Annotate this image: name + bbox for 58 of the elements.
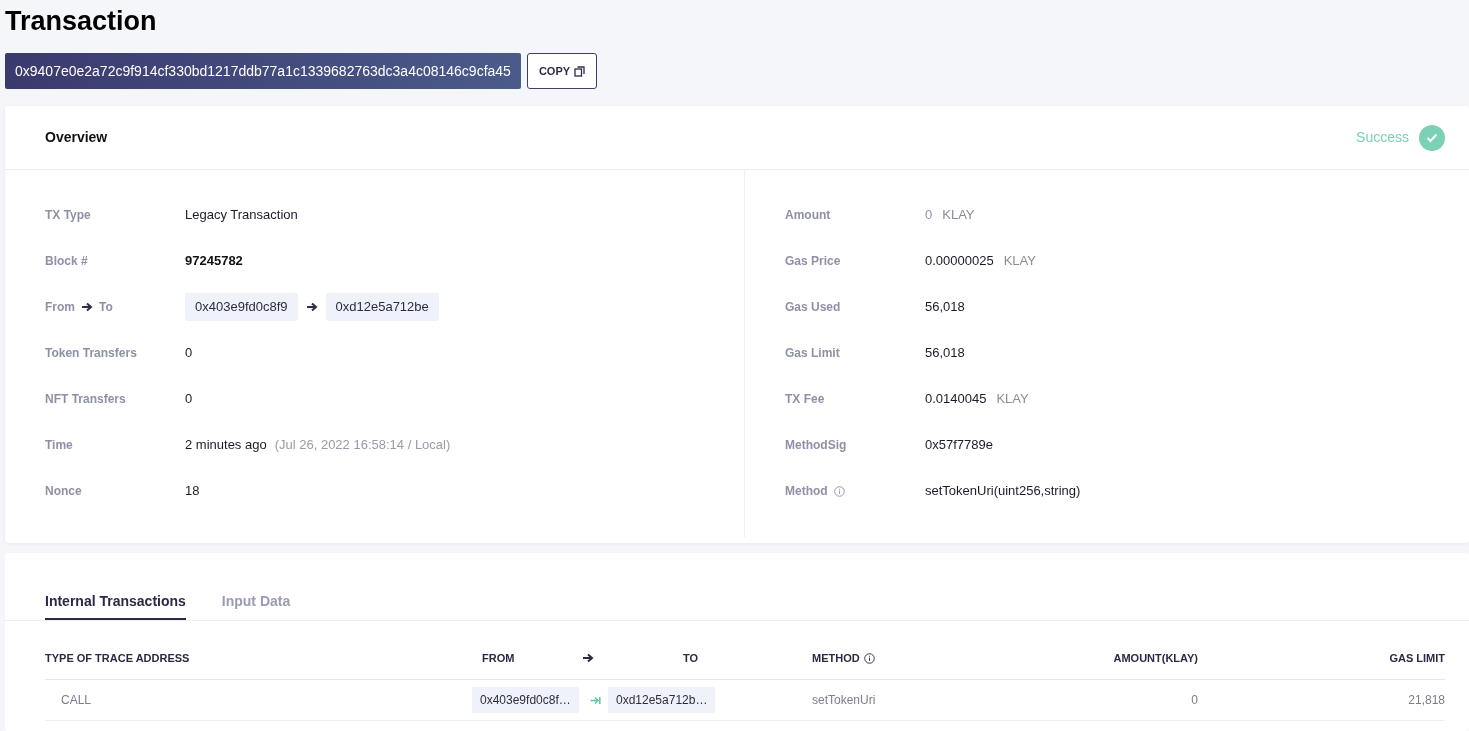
timestamp-note: (Jul 26, 2022 16:58:14 / Local) [274, 436, 451, 455]
section-title: Overview [45, 128, 108, 147]
field-label: NFT Transfers [45, 391, 126, 408]
table-cell-text: CALL [60, 692, 93, 709]
field-value: 0x57f7789e [925, 436, 993, 455]
arrow-icon [81, 302, 93, 312]
info-icon [863, 652, 875, 664]
unit-label: KLAY [996, 390, 1029, 409]
field-label: MethodSig [785, 437, 847, 454]
tab[interactable]: Internal Transactions [45, 584, 186, 620]
field-label: Gas Price [785, 253, 841, 270]
arrow-to-bar-icon [589, 695, 601, 705]
field-label: TX Type [45, 207, 91, 224]
field-value: 0 [925, 206, 933, 225]
status-label: Success [1356, 128, 1409, 147]
column-header: TO [682, 650, 700, 666]
address-link[interactable]: 0x403e9fd0c8f… [472, 687, 579, 713]
arrow-icon [582, 653, 594, 663]
field-label: Token Transfers [45, 345, 137, 362]
field-label: Time [45, 437, 73, 454]
field-label: Gas Limit [785, 345, 840, 362]
column-header: GAS LIMIT [1389, 650, 1445, 666]
field-value: setTokenUri(uint256,string) [925, 482, 1081, 501]
field-label: Method [785, 483, 828, 500]
field-value: 18 [185, 482, 200, 501]
copy-button[interactable]: COPY [526, 53, 598, 89]
field-label: TX Fee [785, 391, 825, 408]
table-cell-text: 0 [1191, 692, 1198, 709]
field-label: To [99, 299, 113, 316]
field-value: 56,018 [925, 298, 965, 317]
field-label: Nonce [45, 483, 82, 500]
page-title: Transaction [5, 5, 158, 38]
address-link[interactable]: 0x403e9fd0c8f9 [185, 293, 298, 321]
field-label: From [45, 299, 75, 316]
field-label: Block # [45, 253, 88, 270]
address-link[interactable]: 0xd12e5a712b… [608, 687, 716, 713]
field-value: Legacy Transaction [185, 206, 298, 225]
field-label: Amount [785, 207, 831, 224]
transaction-hash: 0x9407e0e2a72c9f914cf330bd1217ddb77a1c1339682763dc3a4c08146c9cfa45 [5, 53, 521, 89]
field-label: Gas Used [785, 299, 841, 316]
field-value: 0.0140045 [925, 390, 987, 409]
field-value: 0.00000025 [925, 252, 994, 271]
column-header: TYPE OF TRACE ADDRESS [45, 650, 191, 666]
unit-label: KLAY [942, 206, 975, 225]
column-header: METHOD [812, 650, 860, 666]
field-value: 97245782 [185, 252, 243, 271]
copy-icon [574, 65, 586, 77]
field-value: 2 minutes ago [185, 436, 267, 455]
field-value: 0 [185, 344, 193, 363]
table-cell-text: setTokenUri [812, 692, 877, 709]
address-link[interactable]: 0xd12e5a712be [325, 293, 439, 321]
table-cell-text: 21,818 [1408, 692, 1445, 709]
unit-label: KLAY [1003, 252, 1036, 271]
arrow-icon [305, 302, 318, 312]
field-value: 56,018 [925, 344, 965, 363]
column-header: FROM [481, 650, 516, 666]
column-header: AMOUNT(KLAY) [1113, 650, 1198, 666]
field-value: 0 [185, 390, 193, 409]
